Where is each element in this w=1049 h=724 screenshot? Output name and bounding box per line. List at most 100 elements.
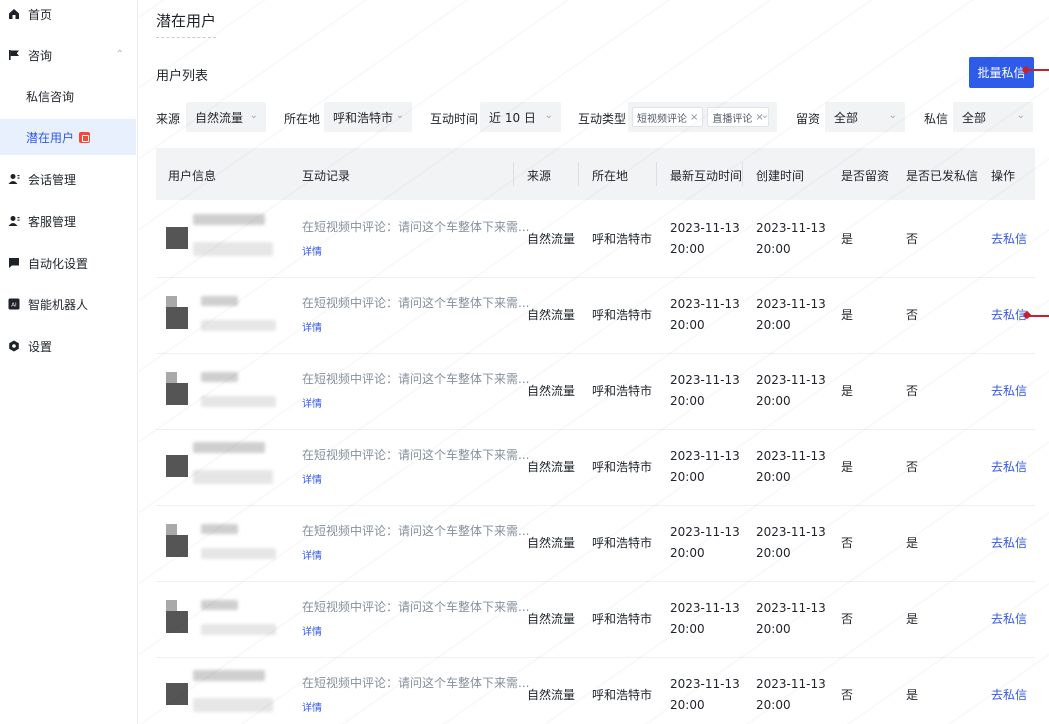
- detail-link[interactable]: 详情: [302, 471, 322, 486]
- blurred-username: [201, 600, 238, 610]
- dm-sent-cell: 否: [906, 232, 919, 246]
- sidebar-item-ai-robot[interactable]: AI 智能机器人: [0, 286, 136, 322]
- send-dm-link[interactable]: 去私信: [991, 609, 1027, 630]
- table-row: 在短视频中评论：请问这个车整体下来需... 详情 自然流量 呼和浩特市 2023…: [156, 658, 1035, 724]
- col-header-dm-sent: 是否已发私信: [906, 169, 979, 183]
- created-time-cell: 20:00: [756, 546, 791, 560]
- send-dm-link[interactable]: 去私信: [991, 229, 1027, 250]
- send-dm-link[interactable]: 去私信: [991, 381, 1027, 402]
- col-header-latest-time: 最新互动时间: [670, 169, 743, 183]
- interaction-record: 在短视频中评论：请问这个车整体下来需...: [302, 372, 530, 386]
- sidebar: 首页 咨询 ⌃ 私信咨询 潜在用户 会话管理 客服管理 自动化设置 AI 智能机…: [0, 0, 138, 724]
- chat-icon: [8, 257, 20, 269]
- latest-date-cell: 2023-11-13: [670, 601, 740, 615]
- latest-time-cell: 20:00: [670, 546, 705, 560]
- latest-time-cell: 20:00: [670, 242, 705, 256]
- sidebar-item-label: 自动化设置: [28, 256, 89, 271]
- avatar: [166, 372, 177, 383]
- blurred-username: [193, 214, 265, 225]
- sidebar-item-settings[interactable]: 设置: [0, 328, 136, 364]
- sidebar-item-automation[interactable]: 自动化设置: [0, 245, 136, 281]
- latest-time-cell: 20:00: [670, 622, 705, 636]
- filter-time-value: 近 10 日: [489, 110, 536, 125]
- filter-location-select[interactable]: 呼和浩特市 ⌄: [324, 102, 412, 132]
- blurred-user-id: [201, 548, 276, 559]
- table-header: 用户信息 互动记录 来源 所在地 最新互动时间 创建时间 是否留资 是否已发私信…: [156, 148, 1035, 200]
- filter-dm-select[interactable]: 全部 ⌄: [953, 102, 1033, 132]
- sidebar-item-dm-consult[interactable]: 私信咨询: [0, 78, 136, 114]
- latest-date-cell: 2023-11-13: [670, 221, 740, 235]
- send-dm-link[interactable]: 去私信: [991, 305, 1027, 326]
- created-date-cell: 2023-11-13: [756, 297, 826, 311]
- retained-cell: 否: [841, 688, 854, 702]
- filter-type-tag[interactable]: 短视频评论 ×: [632, 107, 704, 127]
- created-date-cell: 2023-11-13: [756, 525, 826, 539]
- send-dm-link[interactable]: 去私信: [991, 533, 1027, 554]
- source-cell: 自然流量: [527, 536, 576, 550]
- sidebar-item-label: 潜在用户: [26, 130, 75, 145]
- blurred-username: [201, 524, 238, 534]
- filter-type-tag[interactable]: 直播评论 ×: [707, 107, 769, 127]
- filter-time-select[interactable]: 近 10 日 ⌄: [480, 102, 561, 132]
- blurred-username: [201, 296, 238, 306]
- chevron-down-icon: ⌄: [760, 110, 769, 121]
- detail-link[interactable]: 详情: [302, 547, 322, 562]
- chevron-down-icon: ⌄: [544, 110, 553, 121]
- avatar: [166, 683, 188, 705]
- avatar: [166, 296, 177, 307]
- retained-cell: 否: [841, 612, 854, 626]
- filter-location-label: 所在地: [284, 112, 321, 126]
- interaction-record: 在短视频中评论：请问这个车整体下来需...: [302, 600, 530, 614]
- detail-link[interactable]: 详情: [302, 699, 322, 714]
- blurred-username: [193, 670, 265, 681]
- col-header-source: 来源: [527, 169, 552, 183]
- send-dm-link[interactable]: 去私信: [991, 457, 1027, 478]
- tag-label: 短视频评论: [637, 113, 687, 125]
- detail-link[interactable]: 详情: [302, 395, 322, 410]
- filter-retained-select[interactable]: 全部 ⌄: [825, 102, 905, 132]
- detail-link[interactable]: 详情: [302, 623, 322, 638]
- interaction-record: 在短视频中评论：请问这个车整体下来需...: [302, 676, 530, 690]
- close-icon[interactable]: ×: [690, 112, 698, 123]
- interaction-record: 在短视频中评论：请问这个车整体下来需...: [302, 220, 530, 234]
- source-cell: 自然流量: [527, 232, 576, 246]
- latest-date-cell: 2023-11-13: [670, 525, 740, 539]
- detail-link[interactable]: 详情: [302, 243, 322, 258]
- location-cell: 呼和浩特市: [592, 612, 653, 626]
- sidebar-item-consult[interactable]: 咨询 ⌃: [0, 37, 136, 73]
- latest-time-cell: 20:00: [670, 470, 705, 484]
- sidebar-item-potential-users[interactable]: 潜在用户: [0, 119, 136, 155]
- dm-sent-cell: 是: [906, 536, 919, 550]
- table-row: 在短视频中评论：请问这个车整体下来需... 详情 自然流量 呼和浩特市 2023…: [156, 354, 1035, 430]
- latest-date-cell: 2023-11-13: [670, 449, 740, 463]
- created-time-cell: 20:00: [756, 698, 791, 712]
- sidebar-item-home[interactable]: 首页: [0, 0, 136, 32]
- source-cell: 自然流量: [527, 308, 576, 322]
- dm-sent-cell: 否: [906, 460, 919, 474]
- blurred-user-id: [193, 242, 273, 256]
- created-date-cell: 2023-11-13: [756, 677, 826, 691]
- sidebar-item-session-mgmt[interactable]: 会话管理: [0, 161, 136, 197]
- col-divider: [513, 162, 514, 186]
- send-dm-link[interactable]: 去私信: [991, 685, 1027, 706]
- filter-source-value: 自然流量: [195, 110, 244, 125]
- filter-retained-value: 全部: [834, 110, 859, 125]
- person-icon: [8, 215, 20, 227]
- detail-link[interactable]: 详情: [302, 319, 322, 334]
- col-divider: [742, 162, 743, 186]
- interaction-record: 在短视频中评论：请问这个车整体下来需...: [302, 448, 530, 462]
- sidebar-item-cs-mgmt[interactable]: 客服管理: [0, 203, 136, 239]
- home-icon: [8, 8, 20, 20]
- sidebar-item-label: 设置: [28, 339, 53, 354]
- avatar: [166, 611, 188, 633]
- blurred-user-id: [201, 624, 276, 635]
- created-date-cell: 2023-11-13: [756, 601, 826, 615]
- filter-type-select[interactable]: 短视频评论 × 直播评论 × ⌄: [628, 102, 777, 132]
- filter-source-select[interactable]: 自然流量 ⌄: [186, 102, 266, 132]
- sidebar-item-label: 客服管理: [28, 214, 77, 229]
- chevron-down-icon: ⌄: [249, 110, 258, 121]
- created-time-cell: 20:00: [756, 318, 791, 332]
- avatar: [166, 307, 188, 329]
- interaction-record: 在短视频中评论：请问这个车整体下来需...: [302, 524, 530, 538]
- chevron-down-icon: ⌄: [395, 110, 404, 121]
